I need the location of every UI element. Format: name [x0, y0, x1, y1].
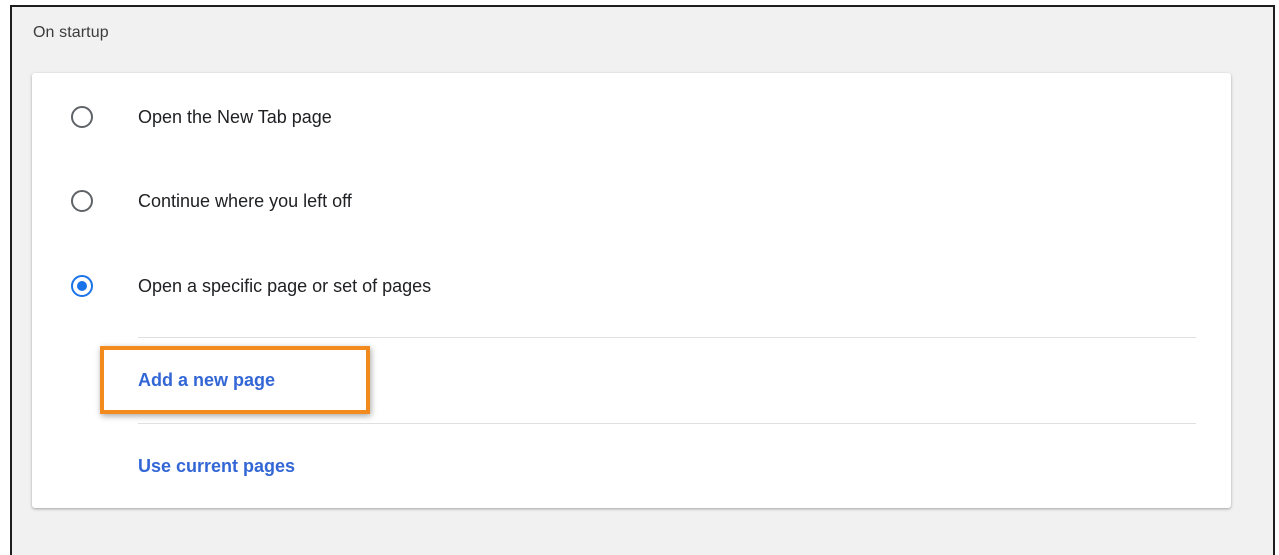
- radio-option-specific-pages[interactable]: Open a specific page or set of pages: [32, 266, 1231, 306]
- radio-unchecked-icon[interactable]: [71, 190, 93, 212]
- radio-option-new-tab[interactable]: Open the New Tab page: [32, 97, 1231, 137]
- divider: [138, 423, 1196, 424]
- add-new-page-link[interactable]: Add a new page: [138, 370, 275, 391]
- radio-unchecked-icon[interactable]: [71, 106, 93, 128]
- divider: [138, 337, 1196, 338]
- startup-options-card: Open the New Tab page Continue where you…: [32, 73, 1231, 508]
- radio-option-label: Continue where you left off: [138, 190, 352, 211]
- use-current-pages-link[interactable]: Use current pages: [138, 456, 295, 477]
- radio-option-label: Open a specific page or set of pages: [138, 275, 432, 296]
- radio-checked-icon[interactable]: [71, 275, 93, 297]
- radio-option-label: Open the New Tab page: [138, 106, 332, 127]
- section-title: On startup: [33, 24, 109, 41]
- settings-frame: On startup Open the New Tab page Continu…: [10, 5, 1275, 555]
- radio-option-continue[interactable]: Continue where you left off: [32, 181, 1231, 221]
